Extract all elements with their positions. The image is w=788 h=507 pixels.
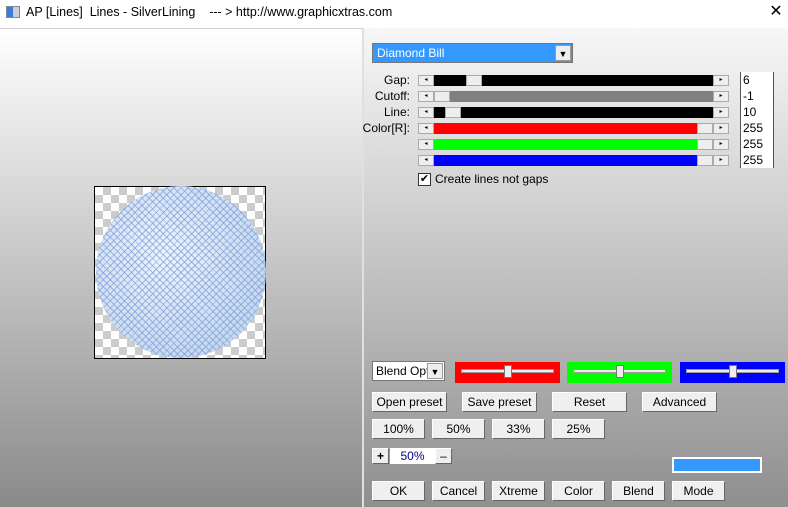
arrow-left-icon[interactable]: ◂ bbox=[418, 139, 434, 150]
save-preset-button[interactable]: Save preset bbox=[462, 392, 537, 412]
zoom-minus-button[interactable]: – bbox=[435, 448, 452, 464]
slider-thumb[interactable] bbox=[697, 123, 713, 134]
slider-value[interactable]: -1 bbox=[740, 88, 774, 104]
cancel-button[interactable]: Cancel bbox=[432, 481, 485, 501]
blend-color-slider[interactable] bbox=[455, 362, 560, 383]
preset-value: Diamond Bill bbox=[377, 46, 445, 60]
window-title: AP [Lines] Lines - SilverLining --- > ht… bbox=[26, 5, 393, 19]
zoom-33-button[interactable]: 33% bbox=[492, 419, 545, 439]
close-button[interactable]: ✕ bbox=[764, 1, 788, 23]
create-lines-checkbox[interactable]: ✔ bbox=[418, 173, 431, 186]
slider[interactable]: ◂ ▸ bbox=[418, 155, 729, 166]
reset-button[interactable]: Reset bbox=[552, 392, 627, 412]
slider-thumb[interactable] bbox=[697, 155, 713, 166]
slider-value[interactable]: 255 bbox=[740, 152, 774, 168]
zoom-100-button[interactable]: 100% bbox=[372, 419, 425, 439]
color-button[interactable]: Color bbox=[552, 481, 605, 501]
xtreme-button[interactable]: Xtreme bbox=[492, 481, 545, 501]
blend-options-dropdown[interactable]: Blend Optio ▼ bbox=[372, 361, 445, 381]
slider-thumb[interactable] bbox=[465, 75, 482, 86]
arrow-right-icon[interactable]: ▸ bbox=[713, 91, 729, 102]
color-swatch[interactable] bbox=[672, 457, 762, 473]
slider-thumb[interactable] bbox=[503, 365, 512, 378]
slider[interactable]: ◂ ▸ bbox=[418, 107, 729, 118]
slider-track[interactable] bbox=[434, 155, 713, 166]
advanced-button[interactable]: Advanced bbox=[642, 392, 717, 412]
slider-value[interactable]: 255 bbox=[740, 120, 774, 136]
slider[interactable]: ◂ ▸ bbox=[418, 91, 729, 102]
arrow-right-icon[interactable]: ▸ bbox=[713, 139, 729, 150]
arrow-left-icon[interactable]: ◂ bbox=[418, 91, 434, 102]
title-bar: AP [Lines] Lines - SilverLining --- > ht… bbox=[0, 0, 788, 26]
preset-dropdown[interactable]: Diamond Bill ▼ bbox=[372, 43, 573, 63]
slider[interactable]: ◂ ▸ bbox=[418, 75, 729, 86]
slider-thumb[interactable] bbox=[728, 365, 737, 378]
slider[interactable]: ◂ ▸ bbox=[418, 139, 729, 150]
slider-track[interactable] bbox=[434, 91, 713, 102]
slider-value[interactable]: 6 bbox=[740, 72, 774, 88]
slider-track[interactable] bbox=[434, 123, 713, 134]
slider-thumb[interactable] bbox=[615, 365, 624, 378]
chevron-down-icon[interactable]: ▼ bbox=[555, 45, 571, 61]
preview-circle bbox=[96, 186, 266, 358]
preview-image bbox=[94, 186, 266, 359]
slider-thumb[interactable] bbox=[697, 139, 713, 150]
open-preset-button[interactable]: Open preset bbox=[372, 392, 447, 412]
slider-label: Gap: bbox=[383, 73, 410, 87]
slider-label: Color[R]: bbox=[362, 121, 410, 135]
app-icon bbox=[6, 6, 20, 18]
slider-label: Cutoff: bbox=[374, 89, 410, 103]
mode-button[interactable]: Mode bbox=[672, 481, 725, 501]
slider-track[interactable] bbox=[434, 139, 713, 150]
ok-button[interactable]: OK bbox=[372, 481, 425, 501]
zoom-25-button[interactable]: 25% bbox=[552, 419, 605, 439]
arrow-left-icon[interactable]: ◂ bbox=[418, 123, 434, 134]
zoom-50-button[interactable]: 50% bbox=[432, 419, 485, 439]
zoom-value: 50% bbox=[390, 448, 435, 464]
slider-label: Line: bbox=[383, 105, 410, 119]
slider[interactable]: ◂ ▸ bbox=[418, 123, 729, 134]
arrow-left-icon[interactable]: ◂ bbox=[418, 107, 434, 118]
arrow-right-icon[interactable]: ▸ bbox=[713, 107, 729, 118]
blend-color-slider[interactable] bbox=[567, 362, 672, 383]
arrow-right-icon[interactable]: ▸ bbox=[713, 75, 729, 86]
slider-thumb[interactable] bbox=[434, 91, 450, 102]
arrow-left-icon[interactable]: ◂ bbox=[418, 155, 434, 166]
blend-color-slider[interactable] bbox=[680, 362, 785, 383]
slider-value[interactable]: 255 bbox=[740, 136, 774, 152]
arrow-right-icon[interactable]: ▸ bbox=[713, 155, 729, 166]
slider-track[interactable] bbox=[434, 107, 713, 118]
slider-value[interactable]: 10 bbox=[740, 104, 774, 120]
zoom-plus-button[interactable]: + bbox=[372, 448, 389, 464]
create-lines-label: Create lines not gaps bbox=[435, 172, 549, 186]
slider-thumb[interactable] bbox=[444, 107, 461, 118]
arrow-right-icon[interactable]: ▸ bbox=[713, 123, 729, 134]
arrow-left-icon[interactable]: ◂ bbox=[418, 75, 434, 86]
blend-button[interactable]: Blend bbox=[612, 481, 665, 501]
chevron-down-icon[interactable]: ▼ bbox=[427, 363, 443, 379]
